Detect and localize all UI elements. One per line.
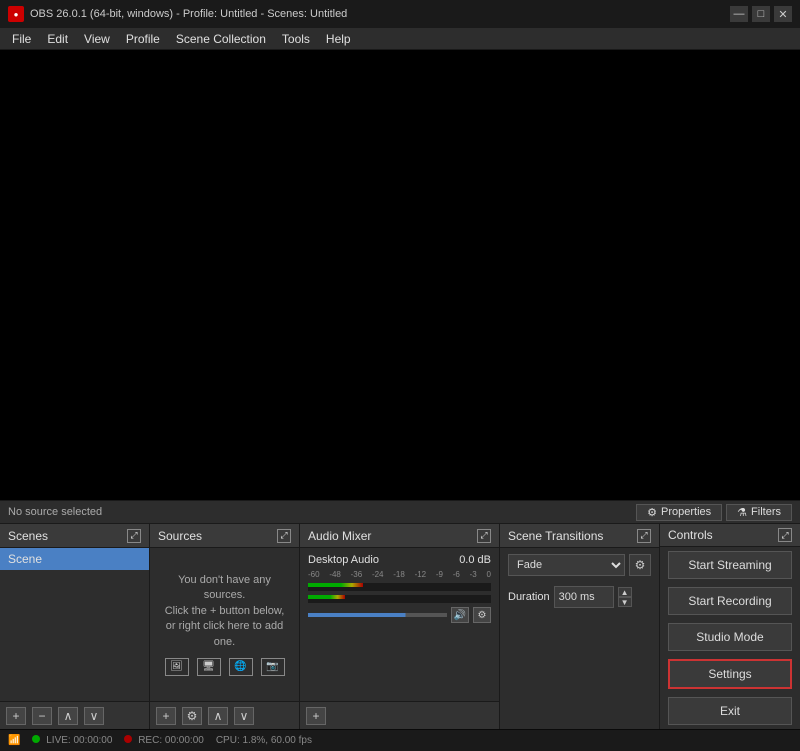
audio-header: Audio Mixer ⤢ [300,524,499,548]
rec-label: REC: [138,735,162,746]
scenes-down-button[interactable]: ∨ [84,707,104,725]
scene-item[interactable]: Scene [0,548,149,570]
menu-bar: File Edit View Profile Scene Collection … [0,28,800,50]
start-recording-button[interactable]: Start Recording [668,587,792,615]
transitions-header: Scene Transitions ⤢ [500,524,659,548]
transitions-expand-icon[interactable]: ⤢ [637,529,651,543]
menu-profile[interactable]: Profile [118,28,168,49]
transition-type-select[interactable]: Fade [508,554,625,576]
bottom-panel: Scenes ⤢ Scene + − ∧ ∨ Sources ⤢ You don… [0,524,800,729]
status-buttons: ⚙ Properties ⚗ Filters [636,504,792,521]
window-title: OBS 26.0.1 (64-bit, windows) - Profile: … [30,8,347,20]
filters-button[interactable]: ⚗ Filters [726,504,792,521]
controls-panel: Controls ⤢ Start Streaming Start Recordi… [660,524,800,729]
sources-up-button[interactable]: ∧ [208,707,228,725]
audio-volume-slider[interactable] [308,613,447,617]
sources-header: Sources ⤢ [150,524,299,548]
scenes-expand-icon[interactable]: ⤢ [127,529,141,543]
display-source-icon: 🖥 [197,658,221,676]
duration-up-arrow[interactable]: ▲ [618,587,632,597]
menu-tools[interactable]: Tools [274,28,318,49]
controls-header: Controls ⤢ [660,524,800,547]
audio-channel-name: Desktop Audio [308,554,379,566]
duration-label: Duration [508,591,550,603]
transitions-panel: Scene Transitions ⤢ Fade ⚙ Duration ▲ ▼ [500,524,660,729]
live-time: 00:00:00 [73,735,112,746]
rec-dot [124,735,132,743]
menu-view[interactable]: View [76,28,118,49]
audio-meter-bar-bottom [308,595,491,603]
sources-settings-button[interactable]: ⚙ [182,707,202,725]
audio-controls: 🔊 ⚙ [308,607,491,623]
controls-expand-icon[interactable]: ⤢ [778,528,792,542]
scenes-up-button[interactable]: ∧ [58,707,78,725]
audio-channel-level: 0.0 dB [459,554,491,566]
start-streaming-button[interactable]: Start Streaming [668,551,792,579]
cpu-label: CPU: 1.8%, 60.00 fps [216,735,312,746]
audio-meter-scale: -60 -48 -36 -24 -18 -12 -9 -6 -3 0 [308,570,491,579]
audio-panel: Audio Mixer ⤢ Desktop Audio 0.0 dB -60 -… [300,524,500,729]
studio-mode-button[interactable]: Studio Mode [668,623,792,651]
sources-empty[interactable]: You don't have any sources.Click the + b… [150,548,299,701]
sources-panel: Sources ⤢ You don't have any sources.Cli… [150,524,300,729]
sources-down-button[interactable]: ∨ [234,707,254,725]
menu-help[interactable]: Help [318,28,359,49]
browser-source-icon: 🌐 [229,658,253,676]
duration-down-arrow[interactable]: ▼ [618,597,632,607]
settings-button[interactable]: Settings [668,659,792,689]
duration-input[interactable] [554,586,614,608]
wifi-icon: 📶 [8,735,20,746]
audio-add-button[interactable]: + [306,707,326,725]
close-button[interactable]: ✕ [774,6,792,22]
bottom-status-bar: 📶 LIVE: 00:00:00 REC: 00:00:00 CPU: 1.8%… [0,729,800,751]
properties-button[interactable]: ⚙ Properties [636,504,722,521]
audio-expand-icon[interactable]: ⤢ [477,529,491,543]
rec-time: 00:00:00 [165,735,204,746]
scenes-panel: Scenes ⤢ Scene + − ∧ ∨ [0,524,150,729]
audio-meter-bar-top [308,583,491,591]
audio-mute-button[interactable]: 🔊 [451,607,469,623]
gear-icon: ⚙ [647,506,657,519]
sources-expand-icon[interactable]: ⤢ [277,529,291,543]
preview-area [0,50,800,500]
image-source-icon: 🖼 [165,658,189,676]
camera-source-icon: 📷 [261,658,285,676]
maximize-button[interactable]: □ [752,6,770,22]
menu-file[interactable]: File [4,28,39,49]
sources-type-icons: 🖼 🖥 🌐 📷 [165,658,285,676]
audio-settings-button[interactable]: ⚙ [473,607,491,623]
title-bar: ● OBS 26.0.1 (64-bit, windows) - Profile… [0,0,800,28]
audio-channel-desktop: Desktop Audio 0.0 dB -60 -48 -36 -24 -18… [300,548,499,629]
scenes-add-button[interactable]: + [6,707,26,725]
transition-duration-row: Duration ▲ ▼ [500,582,659,612]
transition-gear-button[interactable]: ⚙ [629,554,651,576]
duration-arrows: ▲ ▼ [618,587,632,607]
exit-button[interactable]: Exit [668,697,792,725]
scenes-header: Scenes ⤢ [0,524,149,548]
menu-edit[interactable]: Edit [39,28,76,49]
audio-footer: + [300,701,499,729]
scenes-footer: + − ∧ ∨ [0,701,149,729]
minimize-button[interactable]: — [730,6,748,22]
menu-scene-collection[interactable]: Scene Collection [168,28,274,49]
sources-footer: + ⚙ ∧ ∨ [150,701,299,729]
app-icon: ● [8,6,24,22]
status-bar: No source selected ⚙ Properties ⚗ Filter… [0,500,800,524]
title-bar-buttons: — □ ✕ [730,6,792,22]
title-bar-left: ● OBS 26.0.1 (64-bit, windows) - Profile… [8,6,347,22]
transition-type-row: Fade ⚙ [500,548,659,582]
scenes-remove-button[interactable]: − [32,707,52,725]
no-source-label: No source selected [8,506,102,518]
filter-icon: ⚗ [737,506,747,519]
sources-add-button[interactable]: + [156,707,176,725]
live-dot [32,735,40,743]
live-label: LIVE: [46,735,70,746]
